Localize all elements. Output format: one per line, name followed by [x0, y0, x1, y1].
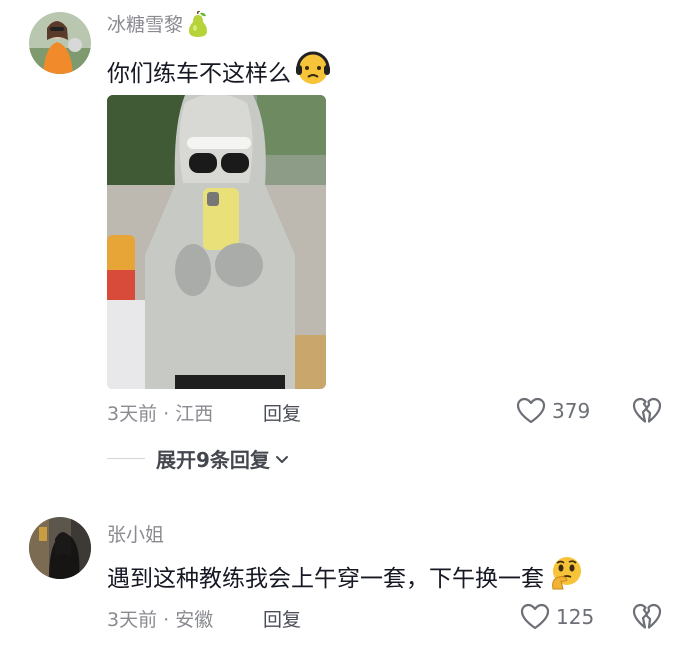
like-button[interactable]: 379: [516, 397, 590, 425]
broken-heart-icon: [632, 397, 662, 425]
heart-outline-icon: [516, 397, 546, 425]
expand-replies[interactable]: 展开9条回复: [107, 444, 290, 473]
dislike-button[interactable]: [632, 603, 662, 635]
pear-icon: [187, 10, 209, 37]
reply-button[interactable]: 回复: [263, 605, 301, 632]
like-count: 379: [552, 399, 591, 423]
sad-face-emoji: [295, 50, 331, 92]
comment-text-body: 你们练车不这样么: [107, 61, 291, 87]
chevron-down-icon: [274, 451, 290, 467]
comment-text-body: 遇到这种教练我会上午穿一套，下午换一套: [107, 566, 544, 592]
comment-item: 张小姐 遇到这种教练我会上午穿一套，下午换一套 3天前 · 安徽 回复 125: [0, 500, 690, 647]
like-count: 125: [556, 605, 595, 629]
broken-heart-icon: [632, 603, 662, 631]
avatar[interactable]: [29, 517, 91, 579]
comment-meta: 3天前 · 安徽: [107, 609, 214, 631]
like-button[interactable]: 125: [520, 603, 594, 631]
comment-meta: 3天前 · 江西: [107, 403, 214, 425]
comment-text: 遇到这种教练我会上午穿一套，下午换一套: [107, 555, 584, 597]
comment-item: 冰糖雪黎 你们练车不这样么 3天前 · 江西 回复 379 展开9条回复: [0, 0, 690, 480]
avatar[interactable]: [29, 12, 91, 74]
username-text: 冰糖雪黎: [107, 14, 184, 36]
expand-divider: [107, 458, 145, 459]
heart-outline-icon: [520, 603, 550, 631]
reply-button[interactable]: 回复: [263, 399, 301, 426]
username[interactable]: 冰糖雪黎: [107, 10, 209, 37]
expand-replies-label: 展开9条回复: [156, 448, 270, 472]
comment-text: 你们练车不这样么: [107, 50, 331, 92]
username[interactable]: 张小姐: [107, 520, 164, 547]
dislike-button[interactable]: [632, 397, 662, 429]
thinking-face-emoji: [548, 555, 584, 597]
comment-image[interactable]: [107, 95, 326, 389]
